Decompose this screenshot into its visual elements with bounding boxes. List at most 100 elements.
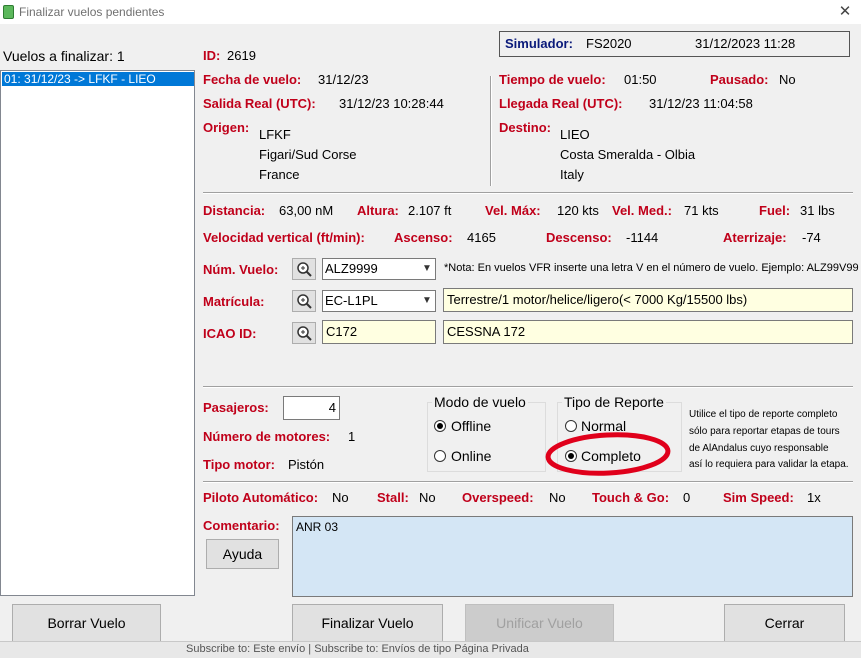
departure-value: 31/12/23 10:28:44 <box>339 96 444 111</box>
background-window-strip: Subscribe to: Este envío | Subscribe to:… <box>0 641 861 658</box>
touchgo-value: 0 <box>683 490 691 505</box>
date-label: Fecha de vuelo: <box>203 72 302 87</box>
chevron-down-icon: ▼ <box>422 263 432 274</box>
autopilot-label: Piloto Automático: <box>203 490 319 505</box>
search-flight-button[interactable] <box>292 258 316 280</box>
ascent-value: 4165 <box>467 230 496 245</box>
close-icon[interactable]: ✕ <box>834 1 856 23</box>
report-help-line-2: sólo para reportar etapas de tours <box>689 426 840 437</box>
origin-icao: LFKF <box>259 127 291 142</box>
vfr-note: *Nota: En vuelos VFR inserte una letra V… <box>444 262 859 274</box>
comment-label: Comentario: <box>203 518 280 533</box>
fuel-value: 31 lbs <box>800 203 835 218</box>
magnifier-icon <box>297 294 312 309</box>
flight-number-value: ALZ9999 <box>325 261 378 276</box>
engine-type-value: Pistón <box>288 457 325 472</box>
landing-label: Aterrizaje: <box>723 230 787 245</box>
registration-select[interactable]: EC-L1PL ▼ <box>322 290 436 312</box>
destination-country: Italy <box>560 167 584 182</box>
list-item[interactable]: 01: 31/12/23 -> LFKF - LIEO <box>2 72 194 86</box>
pending-flights-header: Vuelos a finalizar: 1 <box>3 48 125 64</box>
overspeed-label: Overspeed: <box>462 490 534 505</box>
simulator-datetime: 31/12/2023 11:28 <box>695 36 796 51</box>
flight-mode-title: Modo de vuelo <box>432 394 528 410</box>
overspeed-value: No <box>549 490 566 505</box>
online-radio[interactable] <box>434 450 446 462</box>
chevron-down-icon: ▼ <box>422 295 432 306</box>
report-type-title: Tipo de Reporte <box>562 394 666 410</box>
magnifier-icon <box>297 326 312 341</box>
fuel-label: Fuel: <box>759 203 791 218</box>
stall-label: Stall: <box>377 490 409 505</box>
report-help-line-3: de AlAndalus cuyo responsable <box>689 443 829 454</box>
icao-name-field[interactable]: CESSNA 172 <box>443 320 853 344</box>
vmed-value: 71 kts <box>684 203 719 218</box>
simulator-box: Simulador: FS2020 31/12/2023 11:28 <box>499 31 850 57</box>
destination-label: Destino: <box>499 120 551 135</box>
registration-value: EC-L1PL <box>325 293 378 308</box>
descent-value: -1144 <box>626 230 659 245</box>
origin-name: Figari/Sud Corse <box>259 147 357 162</box>
origin-country: France <box>259 167 300 182</box>
arrival-label: Llegada Real (UTC): <box>499 96 623 111</box>
pending-flights-list[interactable]: 01: 31/12/23 -> LFKF - LIEO <box>0 70 195 596</box>
offline-radio[interactable] <box>434 420 446 432</box>
simspeed-value: 1x <box>807 490 821 505</box>
vmax-label: Vel. Máx: <box>485 203 541 218</box>
distance-label: Distancia: <box>203 203 266 218</box>
delete-flight-button[interactable]: Borrar Vuelo <box>12 604 161 643</box>
departure-label: Salida Real (UTC): <box>203 96 316 111</box>
vertical-speed-label: Velocidad vertical (ft/min): <box>203 230 365 245</box>
radio-dot <box>437 423 443 429</box>
flight-time-value: 01:50 <box>624 72 657 87</box>
unify-flight-button: Unificar Vuelo <box>465 604 614 643</box>
simulator-label: Simulador: <box>505 36 573 51</box>
flight-number-select[interactable]: ALZ9999 ▼ <box>322 258 436 280</box>
help-button[interactable]: Ayuda <box>206 539 279 569</box>
vmax-value: 120 kts <box>557 203 599 218</box>
ascent-label: Ascenso: <box>394 230 453 245</box>
background-text: Subscribe to: Este envío | Subscribe to:… <box>186 643 529 655</box>
altitude-value: 2.107 ft <box>408 203 452 218</box>
comment-textarea[interactable]: ANR 03 <box>292 516 853 597</box>
search-registration-button[interactable] <box>292 290 316 312</box>
flight-number-label: Núm. Vuelo: <box>203 262 279 277</box>
date-value: 31/12/23 <box>318 72 369 87</box>
simulator-value: FS2020 <box>586 36 632 51</box>
paused-label: Pausado: <box>710 72 769 87</box>
online-label[interactable]: Online <box>451 448 491 464</box>
engines-value: 1 <box>348 429 356 444</box>
finalize-flight-button[interactable]: Finalizar Vuelo <box>292 604 443 643</box>
simspeed-label: Sim Speed: <box>723 490 794 505</box>
engine-type-label: Tipo motor: <box>203 457 275 472</box>
distance-value: 63,00 nM <box>279 203 334 218</box>
destination-icao: LIEO <box>560 127 590 142</box>
separator <box>203 481 853 483</box>
window-title: Finalizar vuelos pendientes <box>19 5 165 19</box>
app-icon <box>3 5 14 19</box>
report-help-line-1: Utilice el tipo de reporte completo <box>689 409 838 420</box>
offline-label[interactable]: Offline <box>451 418 491 434</box>
close-button[interactable]: Cerrar <box>724 604 845 643</box>
icao-field[interactable]: C172 <box>322 320 436 344</box>
vmed-label: Vel. Med.: <box>612 203 672 218</box>
passengers-input[interactable]: 4 <box>283 396 340 420</box>
info-divider <box>490 76 492 186</box>
id-label: ID: <box>203 48 221 63</box>
descent-label: Descenso: <box>546 230 612 245</box>
magnifier-icon <box>297 262 312 277</box>
passengers-label: Pasajeros: <box>203 400 269 415</box>
search-icao-button[interactable] <box>292 322 316 344</box>
id-value: 2619 <box>227 48 256 63</box>
aircraft-type-field[interactable]: Terrestre/1 motor/helice/ligero(< 7000 K… <box>443 288 853 312</box>
engines-label: Número de motores: <box>203 429 331 444</box>
title-bar: Finalizar vuelos pendientes ✕ <box>0 0 861 24</box>
arrival-value: 31/12/23 11:04:58 <box>649 96 753 111</box>
destination-name: Costa Smeralda - Olbia <box>560 147 696 162</box>
flight-time-label: Tiempo de vuelo: <box>499 72 606 87</box>
altitude-label: Altura: <box>357 203 399 218</box>
icao-label: ICAO ID: <box>203 326 257 341</box>
touchgo-label: Touch & Go: <box>592 490 670 505</box>
separator <box>203 192 853 194</box>
registration-label: Matrícula: <box>203 294 265 309</box>
